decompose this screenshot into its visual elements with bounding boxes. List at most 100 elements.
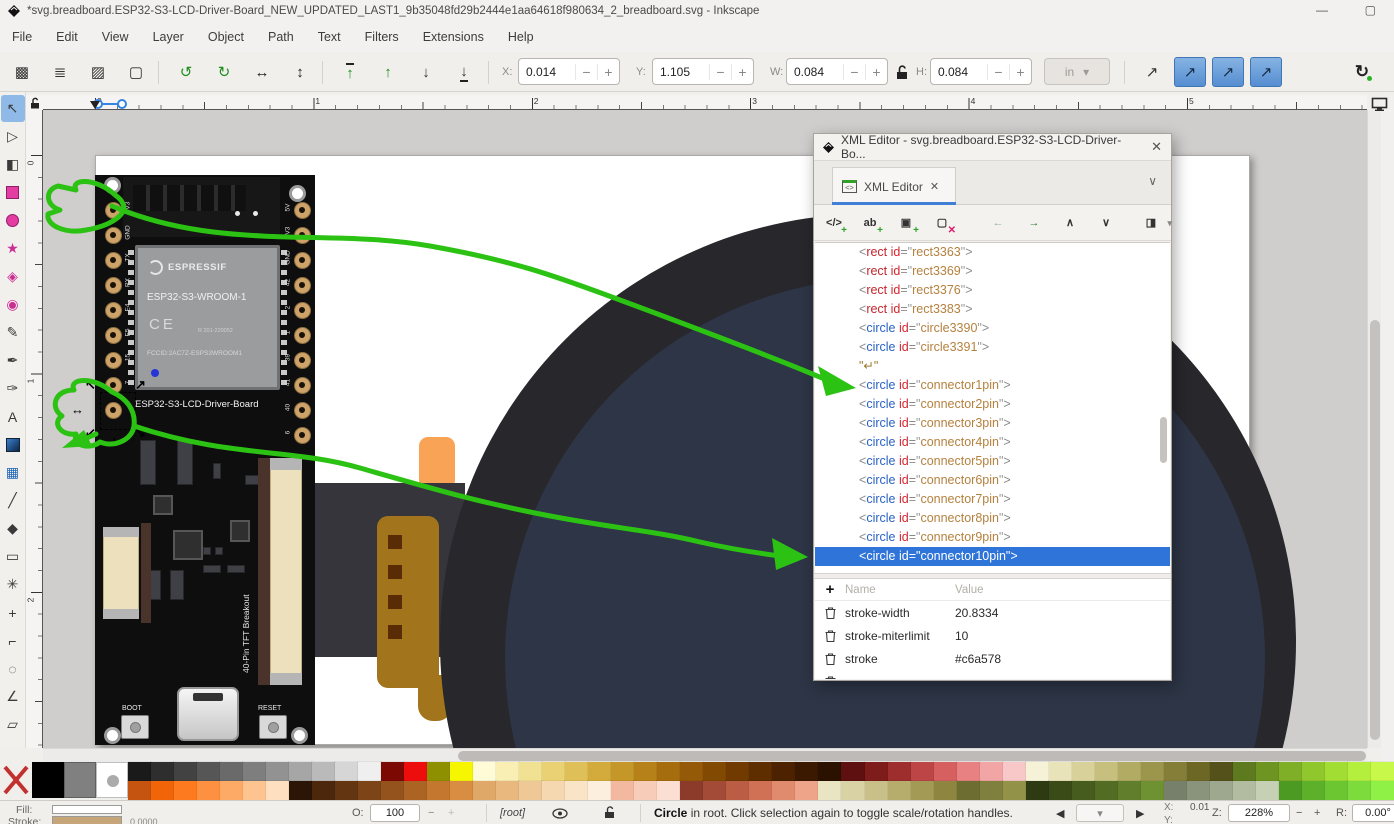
next-page-button[interactable]: ▶ [1136,807,1144,820]
menu-text[interactable]: Text [318,30,341,44]
delete-attribute-button[interactable] [815,630,845,642]
ribbon-connector[interactable] [377,516,439,688]
palette-swatch[interactable] [243,781,266,800]
xml-node-row[interactable]: "↵" [815,357,1170,376]
deselect-button[interactable]: ▨ [82,57,114,87]
white-swatch[interactable] [96,762,128,798]
palette-swatch[interactable] [266,762,289,781]
palette-swatch[interactable] [1256,762,1279,781]
palette-swatch[interactable] [795,781,818,800]
x-decrement-button[interactable]: − [575,64,597,80]
attribute-row[interactable]: stroke#c6a578 [815,647,1170,670]
palette-swatch[interactable] [1210,762,1233,781]
xml-node-row[interactable]: <circle id="connector8pin"> [815,509,1170,528]
h-increment-button[interactable]: + [1009,64,1031,80]
palette-swatch[interactable] [1003,781,1026,800]
palette-swatch[interactable] [1072,762,1095,781]
move-patterns-toggle[interactable]: ↗ [1250,57,1282,87]
scale-handle-nw[interactable]: ↖ [85,378,96,391]
palette-swatch[interactable] [957,781,980,800]
palette-swatch[interactable] [1187,781,1210,800]
xml-node-row[interactable]: <circle id="connector2pin"> [815,395,1170,414]
xml-editor-tab[interactable]: <> XML Editor ✕ [832,167,956,205]
palette-swatch[interactable] [1164,762,1187,781]
board-pin-right[interactable] [294,327,311,344]
xml-node-row[interactable]: <circle id="circle3390"> [815,319,1170,338]
add-attribute-button[interactable]: + [815,581,845,598]
w-increment-button[interactable]: + [865,64,887,80]
flip-vertical-button[interactable]: ↕ [284,57,316,87]
box3d-tool[interactable]: ◈ [1,263,25,290]
shape-builder-tool[interactable]: ◧ [1,151,25,178]
palette-swatch[interactable] [243,762,266,781]
xml-tab-close-icon[interactable]: ✕ [930,180,939,193]
xml-node-row[interactable]: <circle id="connector9pin"> [815,528,1170,547]
rectangle-tool[interactable] [1,179,25,206]
xml-editor-titlebar[interactable]: XML Editor - svg.breadboard.ESP32-S3-LCD… [814,134,1171,161]
h-field[interactable]: 0.084−+ [930,58,1032,85]
w-field[interactable]: 0.084−+ [786,58,888,85]
menu-object[interactable]: Object [208,30,244,44]
palette-swatch[interactable] [980,781,1003,800]
palette-swatch[interactable] [542,762,565,781]
zoom-tool[interactable]: ◌ [1,655,25,682]
xml-node-row[interactable]: <circle id="connector6pin"> [815,471,1170,490]
palette-swatch[interactable] [1118,781,1141,800]
xml-node-row[interactable]: <circle id="connector3pin"> [815,414,1170,433]
palette-swatch[interactable] [680,781,703,800]
xml-node-row[interactable]: <rect id="rect3363"> [815,243,1170,262]
palette-swatch[interactable] [174,781,197,800]
palette-swatch[interactable] [1118,762,1141,781]
x-field-value[interactable]: 0.014 [519,65,575,79]
delete-attribute-button[interactable] [815,653,845,665]
palette-swatch[interactable] [795,762,818,781]
scale-stroke-toggle[interactable]: ↗ [1136,57,1168,87]
opacity-increment[interactable]: + [448,807,454,819]
scale-corners-toggle[interactable]: ↗ [1174,57,1206,87]
xml-node-row[interactable]: <circle id="connector1pin"> [815,376,1170,395]
opacity-decrement[interactable]: − [428,807,434,819]
palette-swatch[interactable] [888,762,911,781]
palette-swatch[interactable] [1049,781,1072,800]
palette-swatch[interactable] [634,781,657,800]
y-field[interactable]: 1.105−+ [652,58,754,85]
panel-chevron-icon[interactable]: ∨ [1148,174,1157,188]
horizontal-scrollbar[interactable] [43,748,1367,762]
palette-swatch[interactable] [266,781,289,800]
snap-toggle-button[interactable]: ↻ [1348,59,1376,85]
menu-view[interactable]: View [102,30,129,44]
palette-swatch[interactable] [818,781,841,800]
palette-swatch[interactable] [1164,781,1187,800]
palette-swatch[interactable] [865,781,888,800]
palette-swatch[interactable] [404,762,427,781]
rotate-cw-button[interactable]: ↻ [208,57,240,87]
palette-swatch[interactable] [427,781,450,800]
palette-swatch[interactable] [289,781,312,800]
palette-swatch[interactable] [1371,781,1394,800]
palette-swatch[interactable] [957,762,980,781]
board-pin-right[interactable] [294,277,311,294]
h-field-value[interactable]: 0.084 [931,65,987,79]
palette-swatch[interactable] [680,762,703,781]
spiral-tool[interactable]: ◉ [1,291,25,318]
spray-tool[interactable]: ✳ [1,571,25,598]
palette-swatch[interactable] [1348,781,1371,800]
selector-tool[interactable]: ↖ [1,95,25,122]
menu-filters[interactable]: Filters [365,30,399,44]
y-decrement-button[interactable]: − [709,64,731,80]
fill-color-swatch[interactable] [52,805,122,814]
palette-swatch[interactable] [174,762,197,781]
minimize-button[interactable]: — [1316,3,1328,17]
palette-swatch[interactable] [1095,781,1118,800]
menu-help[interactable]: Help [508,30,534,44]
maximize-button[interactable]: ▢ [1365,3,1376,17]
palette-swatch[interactable] [841,781,864,800]
palette-swatch[interactable] [1279,762,1302,781]
menu-layer[interactable]: Layer [153,30,184,44]
palette-swatch[interactable] [772,781,795,800]
black-swatch[interactable] [32,762,64,798]
move-node-up-button[interactable]: ∧ [1058,212,1082,234]
palette-swatch[interactable] [519,762,542,781]
indent-node-button[interactable]: → [1022,212,1046,234]
dropper-tool[interactable]: ╱ [1,487,25,514]
